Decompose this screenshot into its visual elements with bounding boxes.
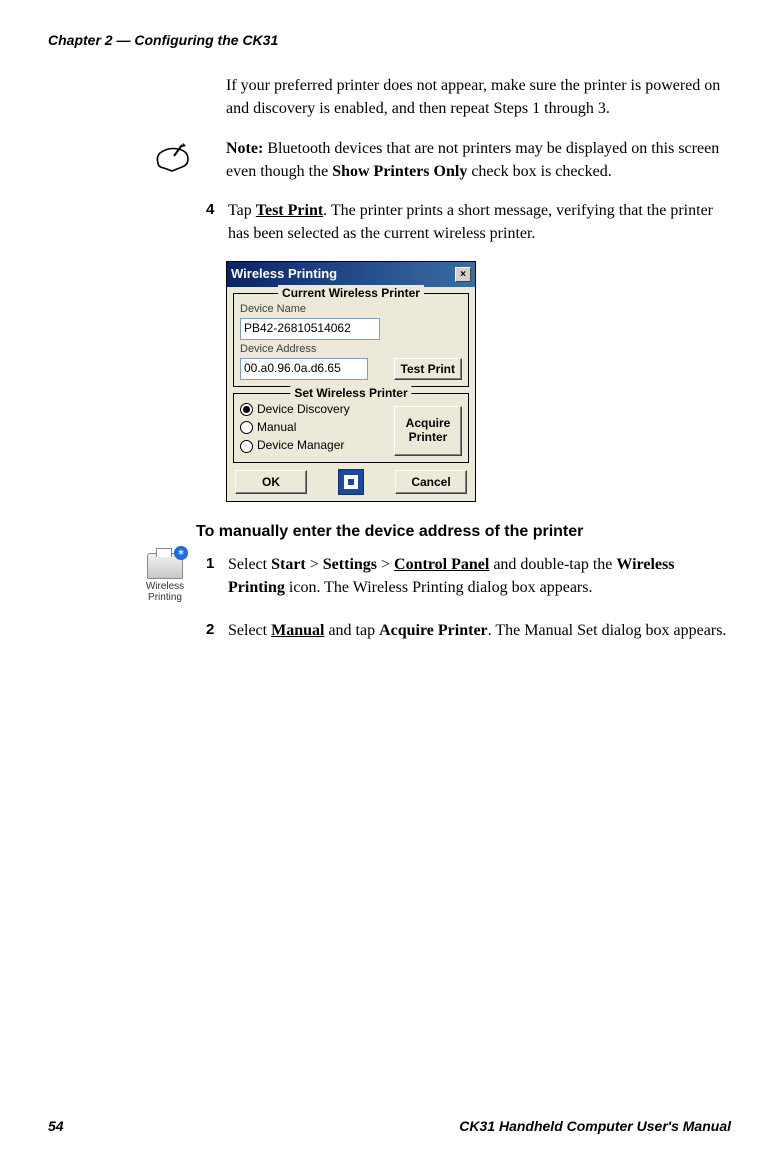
radio-device-manager[interactable]: Device Manager: [240, 437, 394, 454]
device-address-label: Device Address: [240, 342, 462, 358]
set-wireless-printer-group: Set Wireless Printer Device Discovery Ma…: [233, 393, 469, 463]
step2-t3: . The Manual Set dialog box appears.: [488, 622, 727, 639]
step2-t1: Select: [228, 622, 271, 639]
test-print-button[interactable]: Test Print: [394, 358, 462, 380]
cancel-button[interactable]: Cancel: [395, 470, 467, 494]
radio-manual[interactable]: Manual: [240, 419, 394, 436]
step-1: ∗ Wireless Printing 1 Select Start > Set…: [48, 553, 731, 603]
wireless-printing-icon-label: Wireless Printing: [144, 581, 186, 603]
note-icon: [152, 141, 194, 173]
note-block: Note: Bluetooth devices that are not pri…: [48, 137, 731, 183]
acquire-printer-button[interactable]: AcquirePrinter: [394, 406, 462, 456]
radio-manual-label: Manual: [257, 419, 296, 436]
wireless-printing-icon: ∗ Wireless Printing: [144, 553, 186, 603]
radio-discovery-label: Device Discovery: [257, 401, 350, 418]
step-4: 4 Tap Test Print. The printer prints a s…: [48, 199, 731, 245]
close-icon[interactable]: ×: [455, 267, 471, 282]
set-printer-legend: Set Wireless Printer: [290, 385, 411, 402]
current-printer-legend: Current Wireless Printer: [278, 285, 424, 302]
settings-menu: Settings: [323, 556, 377, 573]
step1-t2: and double-tap the: [489, 556, 616, 573]
dialog-titlebar: Wireless Printing ×: [227, 262, 475, 287]
wireless-printing-dialog: Wireless Printing × Current Wireless Pri…: [226, 261, 476, 501]
step-number: 1: [206, 553, 226, 575]
page-header: Chapter 2 — Configuring the CK31: [48, 30, 731, 50]
step-number: 4: [206, 199, 226, 221]
device-name-field[interactable]: PB42-26810514062: [240, 318, 380, 339]
note-body-2: check box is checked.: [467, 163, 611, 180]
device-address-field[interactable]: 00.a0.96.0a.d6.65: [240, 358, 368, 379]
step1-gt2: >: [377, 556, 394, 573]
bluetooth-icon: ∗: [174, 546, 188, 560]
intro-paragraph: If your preferred printer does not appea…: [226, 74, 731, 120]
step-number: 2: [206, 619, 226, 641]
ok-button[interactable]: OK: [235, 470, 307, 494]
page-footer: 54 CK31 Handheld Computer User's Manual: [48, 1116, 731, 1136]
dialog-title: Wireless Printing: [231, 265, 337, 284]
manual-title: CK31 Handheld Computer User's Manual: [459, 1116, 731, 1136]
radio-manager-label: Device Manager: [257, 437, 344, 454]
note-prefix: Note:: [226, 140, 263, 157]
device-name-label: Device Name: [240, 302, 462, 318]
step4-test-print-link[interactable]: Test Print: [256, 202, 323, 219]
step2-t2: and tap: [324, 622, 379, 639]
step4-text-prefix: Tap: [228, 202, 256, 219]
taskbar-icon[interactable]: [338, 469, 364, 495]
note-bold-phrase: Show Printers Only: [332, 163, 467, 180]
start-menu: Start: [271, 556, 306, 573]
step1-gt1: >: [306, 556, 323, 573]
step1-t3: icon. The Wireless Printing dialog box a…: [285, 579, 593, 596]
page-number: 54: [48, 1116, 64, 1136]
wireless-printing-screenshot: Wireless Printing × Current Wireless Pri…: [226, 261, 731, 501]
control-panel-link[interactable]: Control Panel: [394, 556, 489, 573]
manual-link[interactable]: Manual: [271, 622, 324, 639]
current-wireless-printer-group: Current Wireless Printer Device Name PB4…: [233, 293, 469, 386]
step-2: 2 Select Manual and tap Acquire Printer.…: [48, 619, 731, 642]
step1-t1: Select: [228, 556, 271, 573]
radio-device-discovery[interactable]: Device Discovery: [240, 401, 394, 418]
manual-entry-heading: To manually enter the device address of …: [196, 520, 731, 543]
acquire-printer-text: Acquire Printer: [379, 622, 488, 639]
